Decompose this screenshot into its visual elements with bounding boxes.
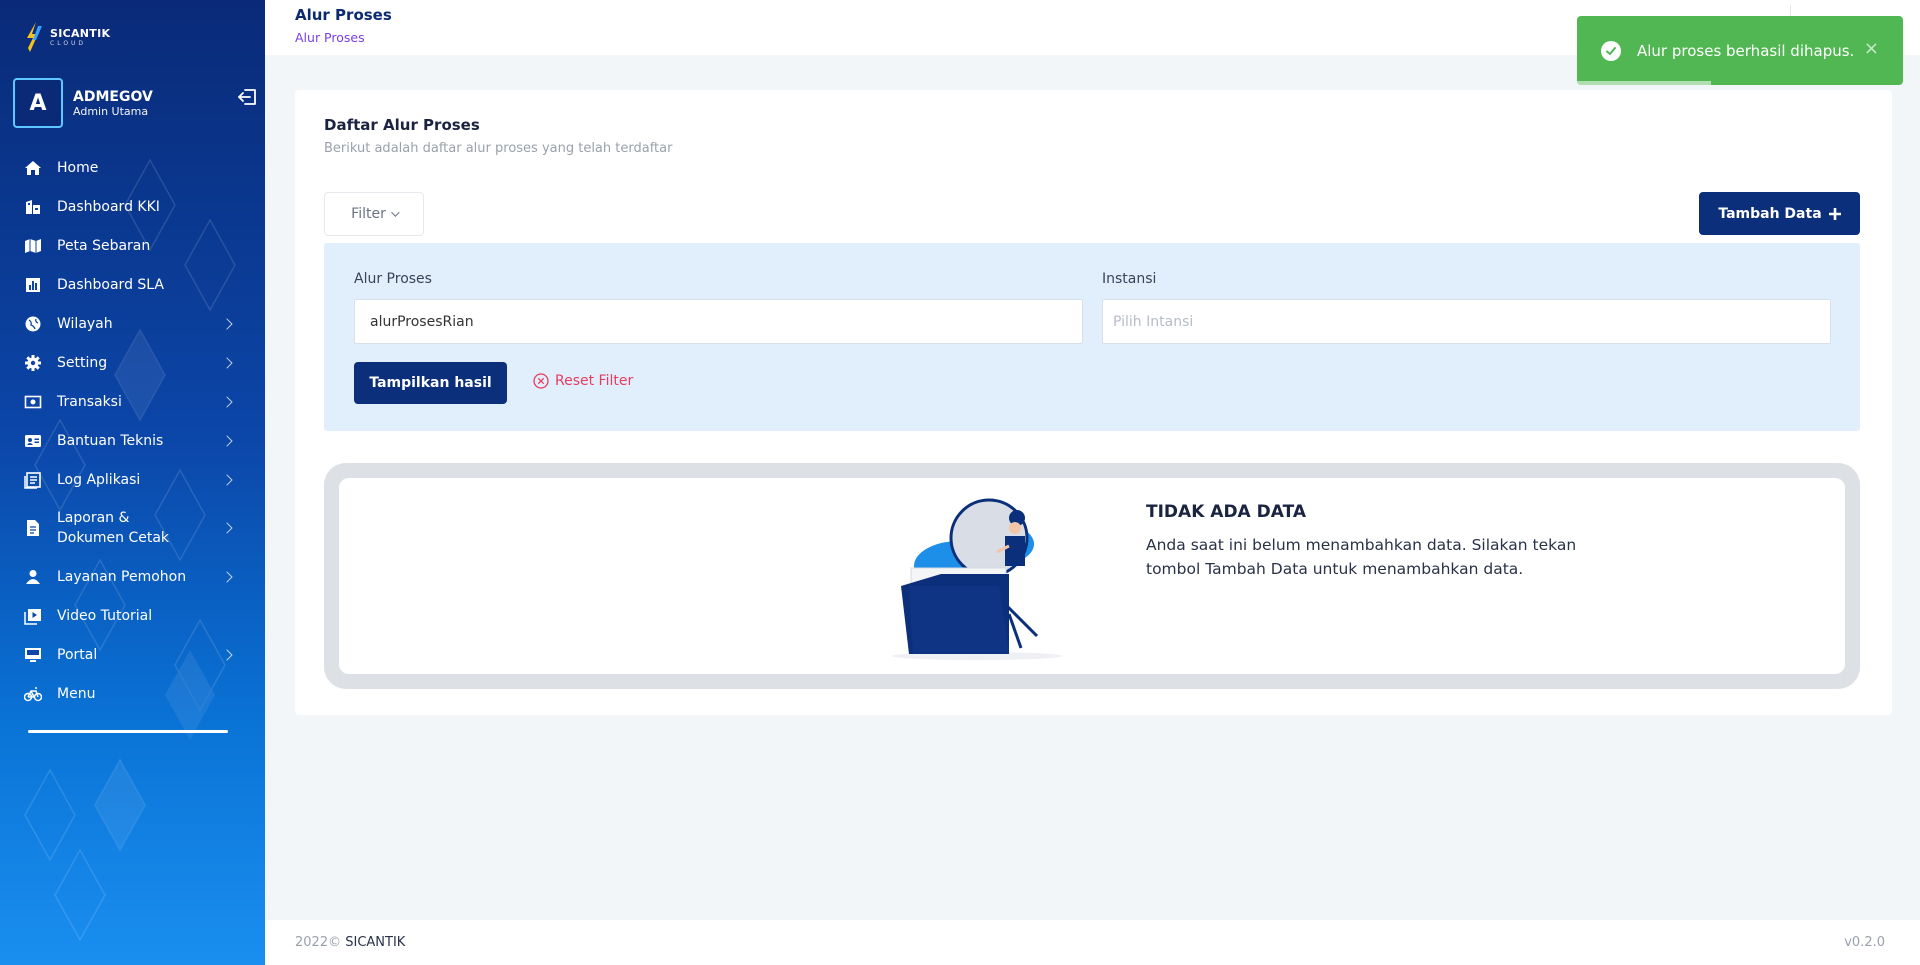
chevron-down-icon [390, 208, 400, 217]
main-card: Daftar Alur Proses Berikut adalah daftar… [295, 90, 1892, 715]
sidebar-item-label: Menu [57, 685, 96, 702]
sidebar-item-label: Setting [57, 354, 108, 371]
document-icon [27, 520, 39, 536]
log-icon [24, 471, 41, 489]
sidebar-item-label: Laporan & Dokumen Cetak [57, 510, 170, 546]
logo-sub: CLOUD [50, 40, 87, 47]
breadcrumb[interactable]: Alur Proses [295, 30, 365, 45]
footer-copyright: 2022© SICANTIK [295, 935, 405, 950]
sidebar-item-portal[interactable]: Portal [0, 635, 265, 674]
sidebar-item-label: Portal [57, 646, 98, 663]
instansi-select[interactable]: Pilih Intansi [1102, 299, 1831, 344]
sidebar-item-transaksi[interactable]: Transaksi [0, 382, 265, 421]
video-icon [24, 608, 41, 625]
toast-close-button[interactable]: × [1864, 38, 1879, 59]
close-circle-icon [533, 373, 549, 389]
money-icon [24, 395, 42, 408]
empty-state-inner: TIDAK ADA DATA Anda saat ini belum menam… [339, 478, 1845, 674]
monitor-icon [25, 647, 41, 662]
logo-mark-icon [27, 22, 42, 52]
empty-folder-illustration [892, 498, 1062, 660]
chevron-right-icon [221, 522, 233, 534]
bar-chart-icon [26, 277, 40, 292]
toast-message: Alur proses berhasil dihapus. [1637, 41, 1855, 60]
footer-year: 2022© [295, 935, 342, 950]
reset-filter-button[interactable]: Reset Filter [533, 373, 633, 389]
sidebar-item-laporan[interactable]: Laporan & Dokumen Cetak [0, 499, 265, 557]
sidebar-item-peta-sebaran[interactable]: Peta Sebaran [0, 226, 265, 265]
empty-state: TIDAK ADA DATA Anda saat ini belum menam… [324, 463, 1860, 689]
success-toast: Alur proses berhasil dihapus. × [1577, 16, 1903, 85]
bicycle-icon [24, 686, 42, 701]
user-name: ADMEGOV [73, 88, 153, 105]
logo-name: SICANTIK [50, 27, 111, 40]
app-logo[interactable]: SICANTIK CLOUD [24, 20, 110, 54]
sidebar-item-label: Layanan Pemohon [57, 568, 187, 585]
empty-state-title: TIDAK ADA DATA [1146, 502, 1307, 522]
sidebar-item-label: Video Tutorial [57, 607, 153, 624]
toast-progress-bar [1577, 81, 1711, 85]
chevron-right-icon [221, 356, 233, 369]
globe-icon [25, 316, 41, 331]
sidebar-item-dashboard-sla[interactable]: Dashboard SLA [0, 265, 265, 304]
footer-brand[interactable]: SICANTIK [345, 935, 405, 950]
footer: 2022© SICANTIK v0.2.0 [265, 920, 1920, 965]
user-panel: A ADMEGOV Admin Utama [13, 78, 258, 128]
empty-state-description: Anda saat ini belum menambahkan data. Si… [1146, 536, 1577, 578]
sidebar-item-video-tutorial[interactable]: Video Tutorial [0, 596, 265, 635]
chevron-right-icon [221, 317, 233, 330]
chevron-right-icon [221, 570, 233, 583]
sidebar-item-label: Log Aplikasi [57, 471, 141, 488]
card-subtitle: Berikut adalah daftar alur proses yang t… [324, 141, 673, 156]
chevron-right-icon [221, 473, 233, 486]
sidebar-item-log-aplikasi[interactable]: Log Aplikasi [0, 460, 265, 499]
instansi-label: Instansi [1102, 271, 1157, 287]
sidebar-item-wilayah[interactable]: Wilayah [0, 304, 265, 343]
add-data-button[interactable]: Tambah Data [1699, 192, 1860, 235]
check-circle-icon [1601, 40, 1621, 61]
sidebar-item-label: Peta Sebaran [57, 237, 151, 254]
sidebar-item-layanan-pemohon[interactable]: Layanan Pemohon [0, 557, 265, 596]
building-icon [26, 199, 40, 214]
sidebar-item-label: Bantuan Teknis [57, 432, 164, 449]
sidebar-item-menu[interactable]: Menu [0, 674, 265, 713]
sidebar-item-dashboard-kki[interactable]: Dashboard KKI [0, 187, 265, 226]
sidebar-item-bantuan-teknis[interactable]: Bantuan Teknis [0, 421, 265, 460]
sidebar-item-label: Dashboard SLA [57, 276, 164, 293]
home-icon [25, 160, 41, 175]
logout-icon[interactable] [236, 86, 258, 108]
footer-version: v0.2.0 [1844, 935, 1885, 950]
show-results-button[interactable]: Tampilkan hasil [354, 362, 507, 404]
filter-panel: Alur Proses alurProsesRian Instansi Pili… [324, 243, 1860, 431]
add-data-label: Tambah Data [1718, 205, 1822, 222]
sidebar-item-label: Home [57, 159, 99, 176]
chevron-right-icon [221, 434, 233, 447]
id-card-icon [25, 434, 41, 447]
sidebar-item-setting[interactable]: Setting [0, 343, 265, 382]
alur-proses-input[interactable]: alurProsesRian [354, 299, 1083, 344]
plus-icon [1828, 207, 1841, 220]
page-title: Alur Proses [295, 6, 392, 24]
sidebar-item-label: Transaksi [57, 393, 122, 410]
card-title: Daftar Alur Proses [324, 116, 480, 134]
user-icon [26, 569, 40, 584]
gear-icon [25, 354, 41, 371]
chevron-right-icon [221, 395, 233, 408]
sidebar-divider [28, 730, 228, 733]
sidebar-menu: Home Dashboard KKI Peta Sebaran Dashboar… [0, 148, 265, 713]
alur-proses-label: Alur Proses [354, 271, 432, 287]
user-role: Admin Utama [73, 104, 149, 118]
sidebar-item-label: Wilayah [57, 315, 113, 332]
chevron-right-icon [221, 648, 233, 661]
sidebar: SICANTIK CLOUD A ADMEGOV Admin Utama Hom… [0, 0, 265, 965]
map-icon [25, 238, 41, 253]
sidebar-item-label: Dashboard KKI [57, 198, 160, 215]
avatar[interactable]: A [13, 78, 63, 128]
sidebar-item-home[interactable]: Home [0, 148, 265, 187]
reset-filter-label: Reset Filter [555, 373, 634, 389]
filter-toggle-label: Filter [351, 206, 386, 222]
filter-toggle-button[interactable]: Filter [324, 192, 424, 236]
